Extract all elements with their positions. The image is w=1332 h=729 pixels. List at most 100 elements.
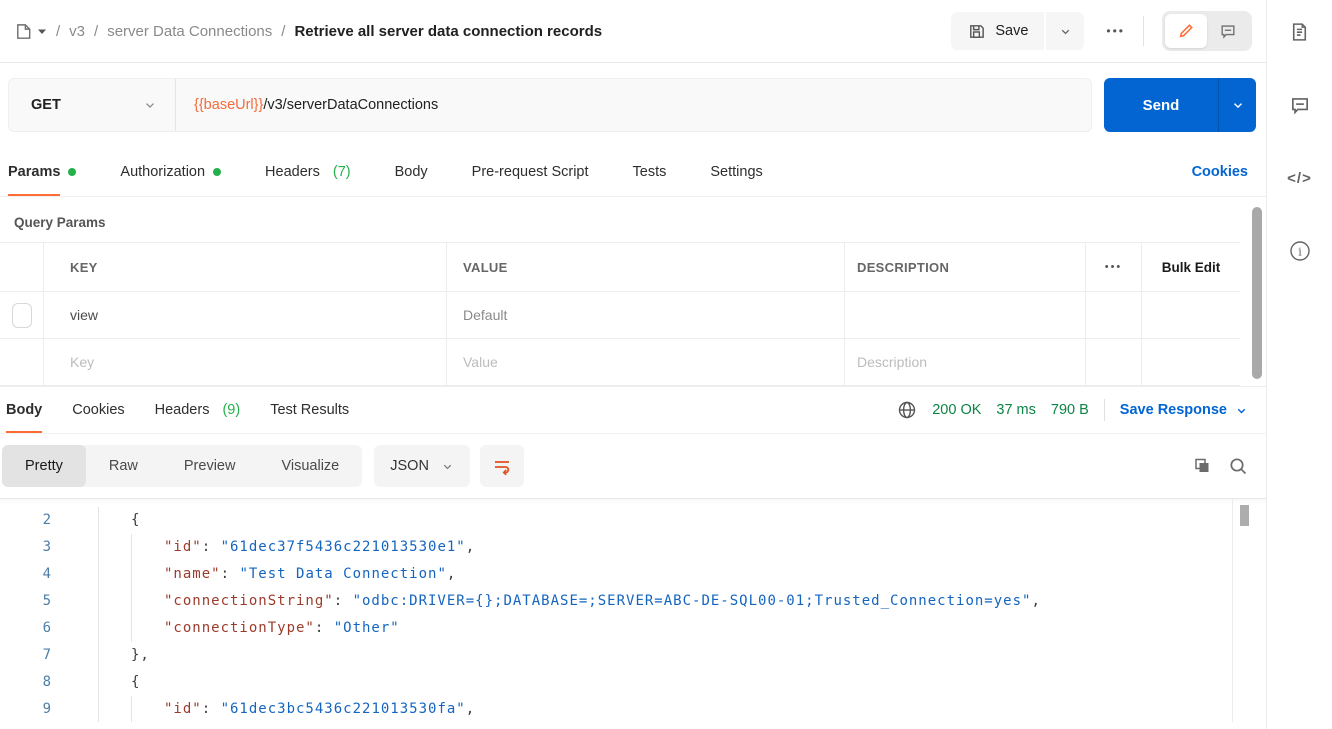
tab-tests[interactable]: Tests: [633, 147, 667, 196]
tab-settings-label: Settings: [710, 147, 762, 196]
tab-settings[interactable]: Settings: [710, 147, 762, 196]
network-info-button[interactable]: [897, 400, 917, 420]
documentation-button[interactable]: [1289, 20, 1310, 44]
json-punctuation: {: [131, 674, 140, 690]
indent-guide: [98, 588, 99, 615]
send-dropdown-button[interactable]: [1218, 78, 1256, 132]
row-bulk-cell: [1142, 292, 1240, 338]
chevron-down-icon: [143, 98, 157, 112]
tab-params[interactable]: Params: [8, 147, 76, 196]
response-tab-body[interactable]: Body: [6, 387, 42, 433]
param-description-input[interactable]: [845, 292, 1086, 338]
line-number: 9: [0, 696, 58, 722]
request-tabs: Params Authorization Headers (7) Body Pr…: [0, 147, 1266, 197]
view-pretty-button[interactable]: Pretty: [2, 445, 86, 487]
param-value-input-placeholder[interactable]: Value: [447, 339, 845, 385]
cookies-link[interactable]: Cookies: [1192, 164, 1248, 180]
edit-mode-button[interactable]: [1165, 14, 1207, 48]
save-dropdown-button[interactable]: [1046, 12, 1084, 50]
wrap-text-button[interactable]: [480, 445, 524, 487]
code-line-content: "connectionString": "odbc:DRIVER={};DATA…: [58, 588, 1041, 615]
param-description-input-placeholder[interactable]: Description: [845, 339, 1086, 385]
code-scrollbar-thumb[interactable]: [1240, 505, 1249, 526]
params-green-dot: [68, 168, 76, 176]
breadcrumb-folder[interactable]: server Data Connections: [107, 23, 272, 40]
comment-bubble-icon: [1289, 94, 1311, 116]
indent-guide: [98, 534, 99, 561]
indent-guide: [98, 615, 99, 642]
code-line: 4"name": "Test Data Connection",: [0, 561, 1266, 588]
column-header-value: VALUE: [447, 243, 845, 291]
file-icon: [14, 22, 33, 41]
tab-params-label: Params: [8, 147, 60, 196]
search-icon: [1228, 456, 1248, 476]
line-number: 3: [0, 534, 58, 561]
param-value-input[interactable]: Default: [447, 292, 845, 338]
code-snippet-button[interactable]: </>: [1287, 166, 1312, 190]
json-punctuation: {: [131, 512, 140, 528]
method-selector[interactable]: GET: [9, 79, 176, 131]
request-title: Retrieve all server data connection reco…: [294, 23, 602, 40]
format-label: JSON: [390, 458, 429, 474]
code-line-content: {: [58, 669, 140, 696]
row-checkbox[interactable]: [12, 303, 32, 328]
json-punctuation: ,: [466, 539, 475, 555]
param-key-input-placeholder[interactable]: Key: [44, 339, 447, 385]
method-label: GET: [31, 97, 61, 113]
bulk-edit-button[interactable]: Bulk Edit: [1162, 260, 1221, 275]
pencil-icon: [1177, 22, 1195, 40]
save-response-button[interactable]: Save Response: [1120, 402, 1248, 418]
tab-body[interactable]: Body: [395, 147, 428, 196]
indent-guide: [98, 561, 99, 588]
authorization-green-dot: [213, 168, 221, 176]
copy-response-button[interactable]: [1192, 456, 1212, 476]
format-selector[interactable]: JSON: [374, 445, 470, 487]
view-visualize-button[interactable]: Visualize: [258, 445, 362, 487]
param-key-input[interactable]: view: [44, 292, 447, 338]
indent-guide: [98, 696, 99, 722]
request-url-row: GET {{baseUrl}}/v3/serverDataConnections…: [0, 63, 1266, 147]
url-input[interactable]: {{baseUrl}}/v3/serverDataConnections: [176, 79, 1091, 131]
caret-down-icon: [37, 28, 47, 35]
view-preview-button[interactable]: Preview: [161, 445, 259, 487]
json-punctuation: :: [315, 620, 334, 636]
response-tab-headers-label: Headers: [155, 387, 210, 433]
response-tabs: Body Cookies Headers (9) Test Results: [6, 387, 349, 433]
response-tab-cookies[interactable]: Cookies: [72, 387, 124, 433]
topbar-actions: Save •••: [951, 11, 1252, 51]
tab-pre-request-script[interactable]: Pre-request Script: [472, 147, 589, 196]
headers-count: (7): [333, 164, 351, 180]
comments-button[interactable]: [1207, 14, 1249, 48]
divider: [1104, 399, 1105, 421]
indent-guide: [98, 507, 99, 534]
response-tab-test-results[interactable]: Test Results: [270, 387, 349, 433]
url-variable: {{baseUrl}}: [194, 97, 263, 113]
json-key: "id": [164, 701, 202, 717]
save-response-label: Save Response: [1120, 402, 1227, 418]
response-tab-headers[interactable]: Headers (9): [155, 387, 241, 433]
indent-guide: [131, 696, 132, 722]
tab-pre-request-label: Pre-request Script: [472, 147, 589, 196]
tab-authorization[interactable]: Authorization: [120, 147, 221, 196]
search-response-button[interactable]: [1228, 456, 1248, 476]
floppy-disk-icon: [967, 22, 986, 41]
view-raw-button[interactable]: Raw: [86, 445, 161, 487]
params-scrollbar[interactable]: [1252, 207, 1262, 379]
globe-icon: [897, 400, 917, 420]
info-button[interactable]: i: [1288, 239, 1312, 263]
chevron-down-icon: [1231, 98, 1245, 112]
json-punctuation: :: [334, 593, 353, 609]
send-button[interactable]: Send: [1104, 78, 1218, 132]
more-actions-button[interactable]: •••: [1106, 24, 1125, 38]
request-type-dropdown[interactable]: [14, 22, 47, 41]
response-meta: 200 OK 37 ms 790 B Save Response: [897, 399, 1248, 421]
save-button[interactable]: Save: [951, 12, 1044, 50]
indent-guide: [131, 534, 132, 561]
breadcrumb-collection[interactable]: v3: [69, 23, 85, 40]
send-split-button: Send: [1104, 78, 1256, 132]
tab-headers[interactable]: Headers (7): [265, 147, 351, 196]
params-more-button[interactable]: •••: [1105, 261, 1123, 273]
indent-guide: [131, 615, 132, 642]
comments-rail-button[interactable]: [1289, 93, 1311, 117]
response-tab-cookies-label: Cookies: [72, 387, 124, 433]
